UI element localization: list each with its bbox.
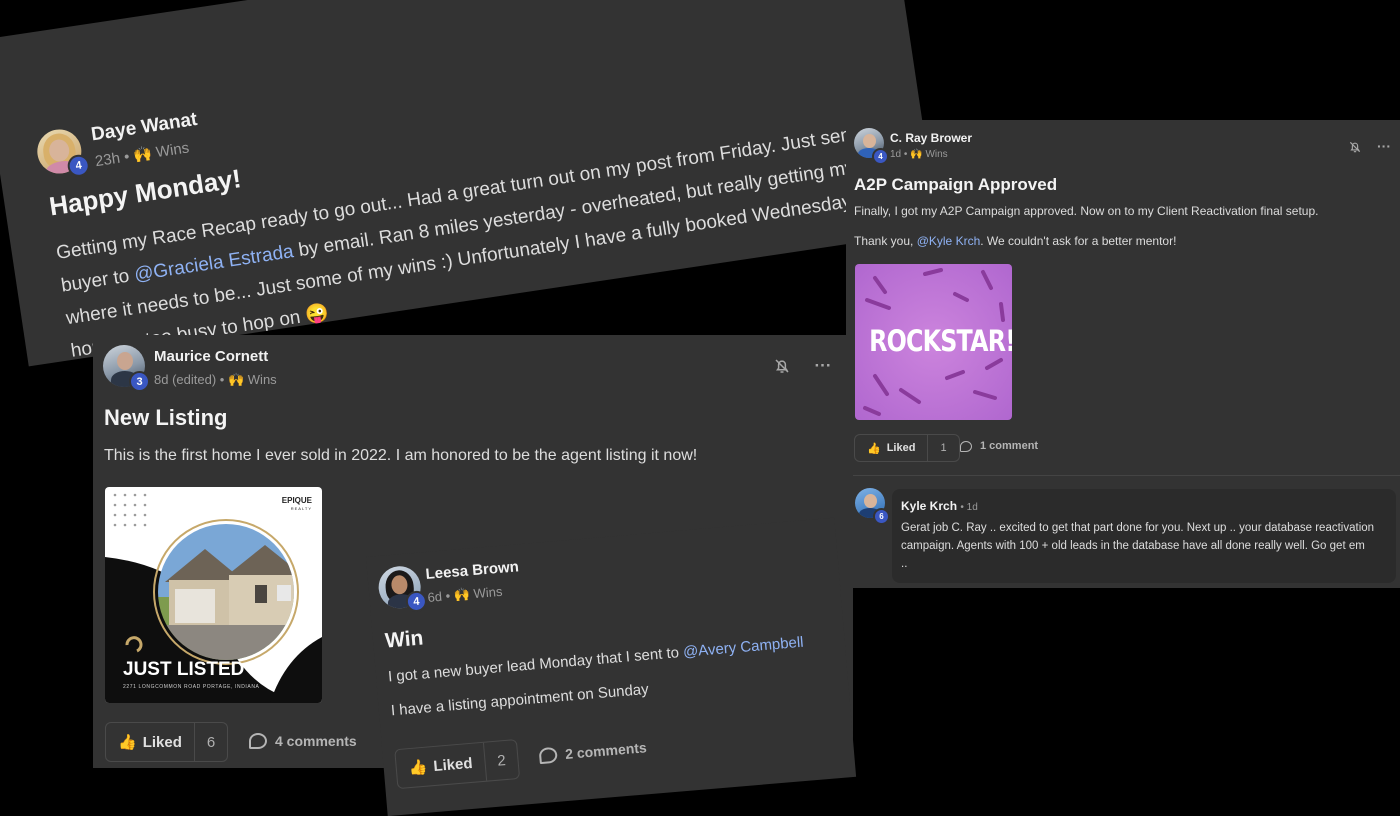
reply-bubble: Kyle Krch • 1d Gerat job C. Ray .. excit…: [892, 489, 1396, 583]
hands-icon: 🙌: [910, 149, 923, 160]
comment-icon: [960, 440, 972, 452]
more-icon[interactable]: ···: [811, 355, 835, 377]
level-badge: 6: [873, 508, 890, 525]
post-body: I have a listing appointment on Sunday: [390, 680, 650, 720]
like-button[interactable]: 👍 Liked 6: [105, 722, 229, 762]
mention-link[interactable]: @Avery Campbell: [682, 634, 804, 661]
post-title: Win: [384, 626, 425, 653]
hands-icon: 🙌: [132, 144, 154, 165]
like-button[interactable]: 👍 Liked 2: [394, 739, 521, 790]
hands-icon: 🙌: [227, 372, 245, 387]
comments-link[interactable]: 2 comments: [538, 739, 647, 765]
level-badge: 4: [66, 153, 92, 179]
post-meta: 6d • 🙌 Wins: [426, 583, 503, 605]
post-time: 8d (edited): [154, 372, 217, 387]
post-card-daye: 4 Daye Wanat 23h • 🙌 Wins Happy Monday! …: [0, 0, 939, 367]
post-card-ray: 4 C. Ray Brower 1d • 🙌 Wins ··· A2P Camp…: [846, 120, 1400, 588]
like-button[interactable]: 👍 Liked 1: [854, 434, 960, 462]
bell-off-icon[interactable]: [1346, 138, 1364, 156]
category-label: Wins: [925, 149, 948, 160]
reply-time: • 1d: [960, 502, 978, 513]
post-body: This is the first home I ever sold in 20…: [104, 447, 698, 464]
just-listed-text: JUST LISTED: [123, 659, 245, 680]
category-label: Wins: [154, 139, 191, 162]
comment-icon: [249, 733, 267, 749]
author-name[interactable]: C. Ray Brower: [890, 131, 972, 145]
post-meta: 8d (edited) • 🙌 Wins: [154, 372, 277, 387]
post-meta: 1d • 🙌 Wins: [890, 149, 948, 160]
comments-link[interactable]: 4 comments: [249, 733, 357, 749]
author-name[interactable]: Maurice Cornett: [154, 348, 268, 365]
listing-image[interactable]: EPIQUE REALTY JUST LISTED 2271 LONGCOMMO…: [105, 487, 322, 703]
more-icon[interactable]: ···: [1374, 136, 1394, 156]
post-body: I got a new buyer lead Monday that I sen…: [387, 633, 805, 686]
like-count: 6: [193, 723, 227, 761]
thumbs-up-icon: 👍: [408, 758, 429, 778]
hands-icon: 🙌: [453, 586, 471, 603]
reply-author[interactable]: Kyle Krch: [901, 499, 957, 513]
divider: [846, 475, 1400, 476]
author-name[interactable]: Leesa Brown: [425, 558, 519, 583]
comments-link[interactable]: 1 comment: [960, 440, 1038, 452]
post-card-leesa: 4 Leesa Brown 6d • 🙌 Wins Win I got a ne…: [366, 517, 857, 816]
avatar[interactable]: 4: [854, 128, 889, 165]
reply-body: Gerat job C. Ray .. excited to get that …: [901, 522, 1375, 570]
post-time: 23h: [94, 149, 122, 171]
category-label: Wins: [472, 583, 503, 602]
like-count: 1: [927, 435, 958, 461]
thumbs-up-icon: 👍: [867, 442, 881, 455]
gif-text: ROCKSTAR!: [869, 324, 1012, 358]
level-badge: 4: [405, 590, 428, 613]
post-title: A2P Campaign Approved: [854, 175, 1058, 194]
post-body: Finally, I got my A2P Campaign approved.…: [854, 204, 1319, 218]
bell-off-icon[interactable]: [771, 355, 793, 377]
avatar[interactable]: 6: [855, 488, 890, 525]
category-label: Wins: [247, 372, 277, 387]
thumbs-up-icon: 👍: [118, 734, 137, 751]
post-time: 6d: [426, 588, 443, 605]
post-body: Thank you, @Kyle Krch. We couldn't ask f…: [854, 234, 1177, 248]
post-time: 1d: [890, 149, 902, 160]
post-title: New Listing: [104, 405, 228, 430]
avatar[interactable]: 4: [34, 126, 92, 179]
emoji: 😜: [303, 302, 331, 327]
rockstar-gif[interactable]: ROCKSTAR!: [855, 264, 1012, 420]
mention-link[interactable]: @Kyle Krch: [917, 234, 981, 248]
avatar[interactable]: 4: [376, 564, 428, 613]
brand-logo: EPIQUE REALTY: [281, 496, 312, 512]
comment-icon: [538, 746, 558, 765]
avatar[interactable]: 3: [103, 345, 150, 392]
listing-address: 2271 LONGCOMMON ROAD PORTAGE, INDIANA: [123, 684, 260, 690]
level-badge: 4: [872, 148, 889, 165]
level-badge: 3: [129, 371, 150, 392]
like-count: 2: [482, 740, 520, 781]
